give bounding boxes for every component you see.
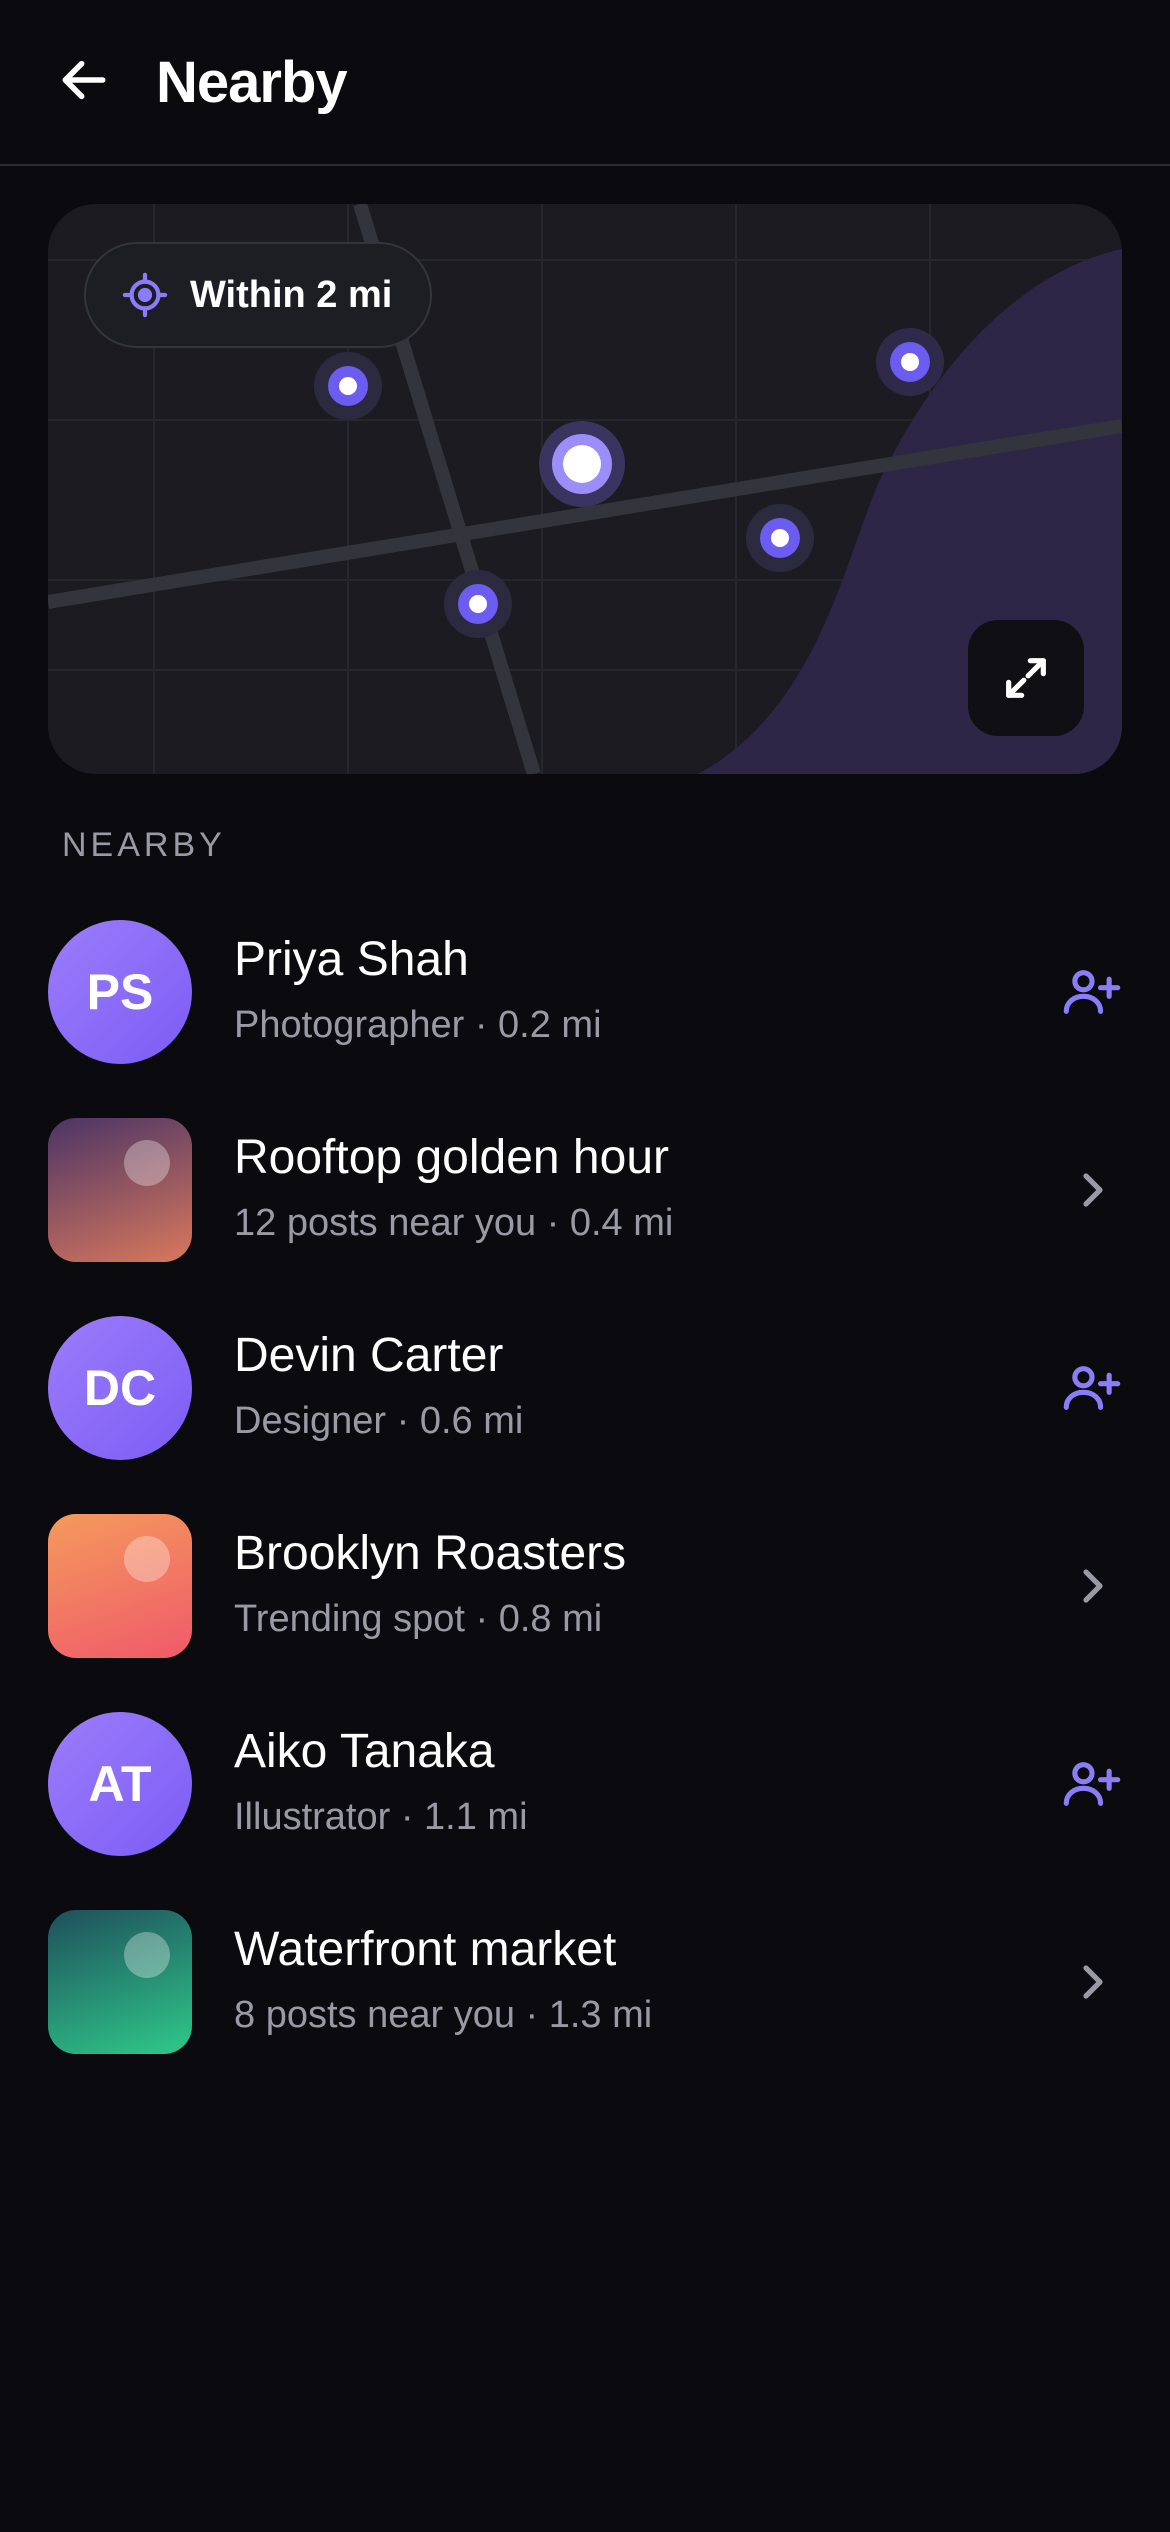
- back-button[interactable]: [48, 44, 120, 116]
- map-pin[interactable]: [442, 568, 514, 640]
- item-subtitle: 12 posts near you · 0.4 mi: [234, 1202, 674, 1244]
- map-pin[interactable]: [312, 350, 384, 422]
- item-subtitle: Photographer · 0.2 mi: [234, 1004, 602, 1046]
- chevron-right-icon: [1083, 1173, 1103, 1207]
- add-friend-button[interactable]: [1052, 1348, 1132, 1428]
- map-pin[interactable]: [874, 326, 946, 398]
- item-title: Aiko Tanaka: [234, 1725, 495, 1778]
- place-thumbnail: [48, 1118, 192, 1262]
- item-title: Priya Shah: [234, 933, 469, 986]
- item-subtitle: 8 posts near you · 1.3 mi: [234, 1994, 653, 2036]
- avatar: PS: [48, 920, 192, 1064]
- radius-label: Within 2 mi: [190, 273, 393, 316]
- place-thumbnail: [48, 1514, 192, 1658]
- expand-map-button[interactable]: [968, 620, 1084, 736]
- current-location-pin[interactable]: [538, 420, 626, 508]
- nearby-map[interactable]: Within 2 mi: [48, 204, 1122, 774]
- add-friend-button[interactable]: [1052, 952, 1132, 1032]
- expand-icon: [1006, 658, 1046, 698]
- add-friend-icon: [1063, 970, 1121, 1014]
- section-label: NEARBY: [62, 826, 226, 864]
- add-friend-icon: [1063, 1762, 1121, 1806]
- add-friend-icon: [1063, 1366, 1121, 1410]
- thumbnail-highlight: [124, 1536, 170, 1582]
- radius-filter-chip[interactable]: Within 2 mi: [84, 242, 432, 348]
- item-subtitle: Illustrator · 1.1 mi: [234, 1796, 528, 1838]
- arrow-left-icon: [62, 60, 106, 100]
- page-title: Nearby: [156, 50, 348, 115]
- list-item-place[interactable]: Brooklyn Roasters Trending spot · 0.8 mi: [0, 1494, 1170, 1674]
- place-thumbnail: [48, 1910, 192, 2054]
- item-title: Waterfront market: [234, 1923, 617, 1976]
- open-place-button[interactable]: [1052, 1150, 1132, 1230]
- item-title: Rooftop golden hour: [234, 1131, 669, 1184]
- list-item-place[interactable]: Waterfront market 8 posts near you · 1.3…: [0, 1890, 1170, 2070]
- list-item-person[interactable]: PS Priya Shah Photographer · 0.2 mi: [0, 900, 1170, 1080]
- app-header: Nearby: [0, 0, 1170, 166]
- add-friend-button[interactable]: [1052, 1744, 1132, 1824]
- locate-icon: [122, 272, 168, 318]
- item-title: Devin Carter: [234, 1329, 504, 1382]
- thumbnail-highlight: [124, 1932, 170, 1978]
- item-subtitle: Trending spot · 0.8 mi: [234, 1598, 603, 1640]
- chevron-right-icon: [1083, 1569, 1103, 1603]
- list-item-person[interactable]: AT Aiko Tanaka Illustrator · 1.1 mi: [0, 1692, 1170, 1872]
- item-title: Brooklyn Roasters: [234, 1527, 627, 1580]
- thumbnail-highlight: [124, 1140, 170, 1186]
- chevron-right-icon: [1083, 1965, 1103, 1999]
- open-place-button[interactable]: [1052, 1942, 1132, 2022]
- item-subtitle: Designer · 0.6 mi: [234, 1400, 524, 1442]
- list-item-place[interactable]: Rooftop golden hour 12 posts near you · …: [0, 1098, 1170, 1278]
- map-pin[interactable]: [744, 502, 816, 574]
- avatar: DC: [48, 1316, 192, 1460]
- list-item-person[interactable]: DC Devin Carter Designer · 0.6 mi: [0, 1296, 1170, 1476]
- avatar: AT: [48, 1712, 192, 1856]
- open-place-button[interactable]: [1052, 1546, 1132, 1626]
